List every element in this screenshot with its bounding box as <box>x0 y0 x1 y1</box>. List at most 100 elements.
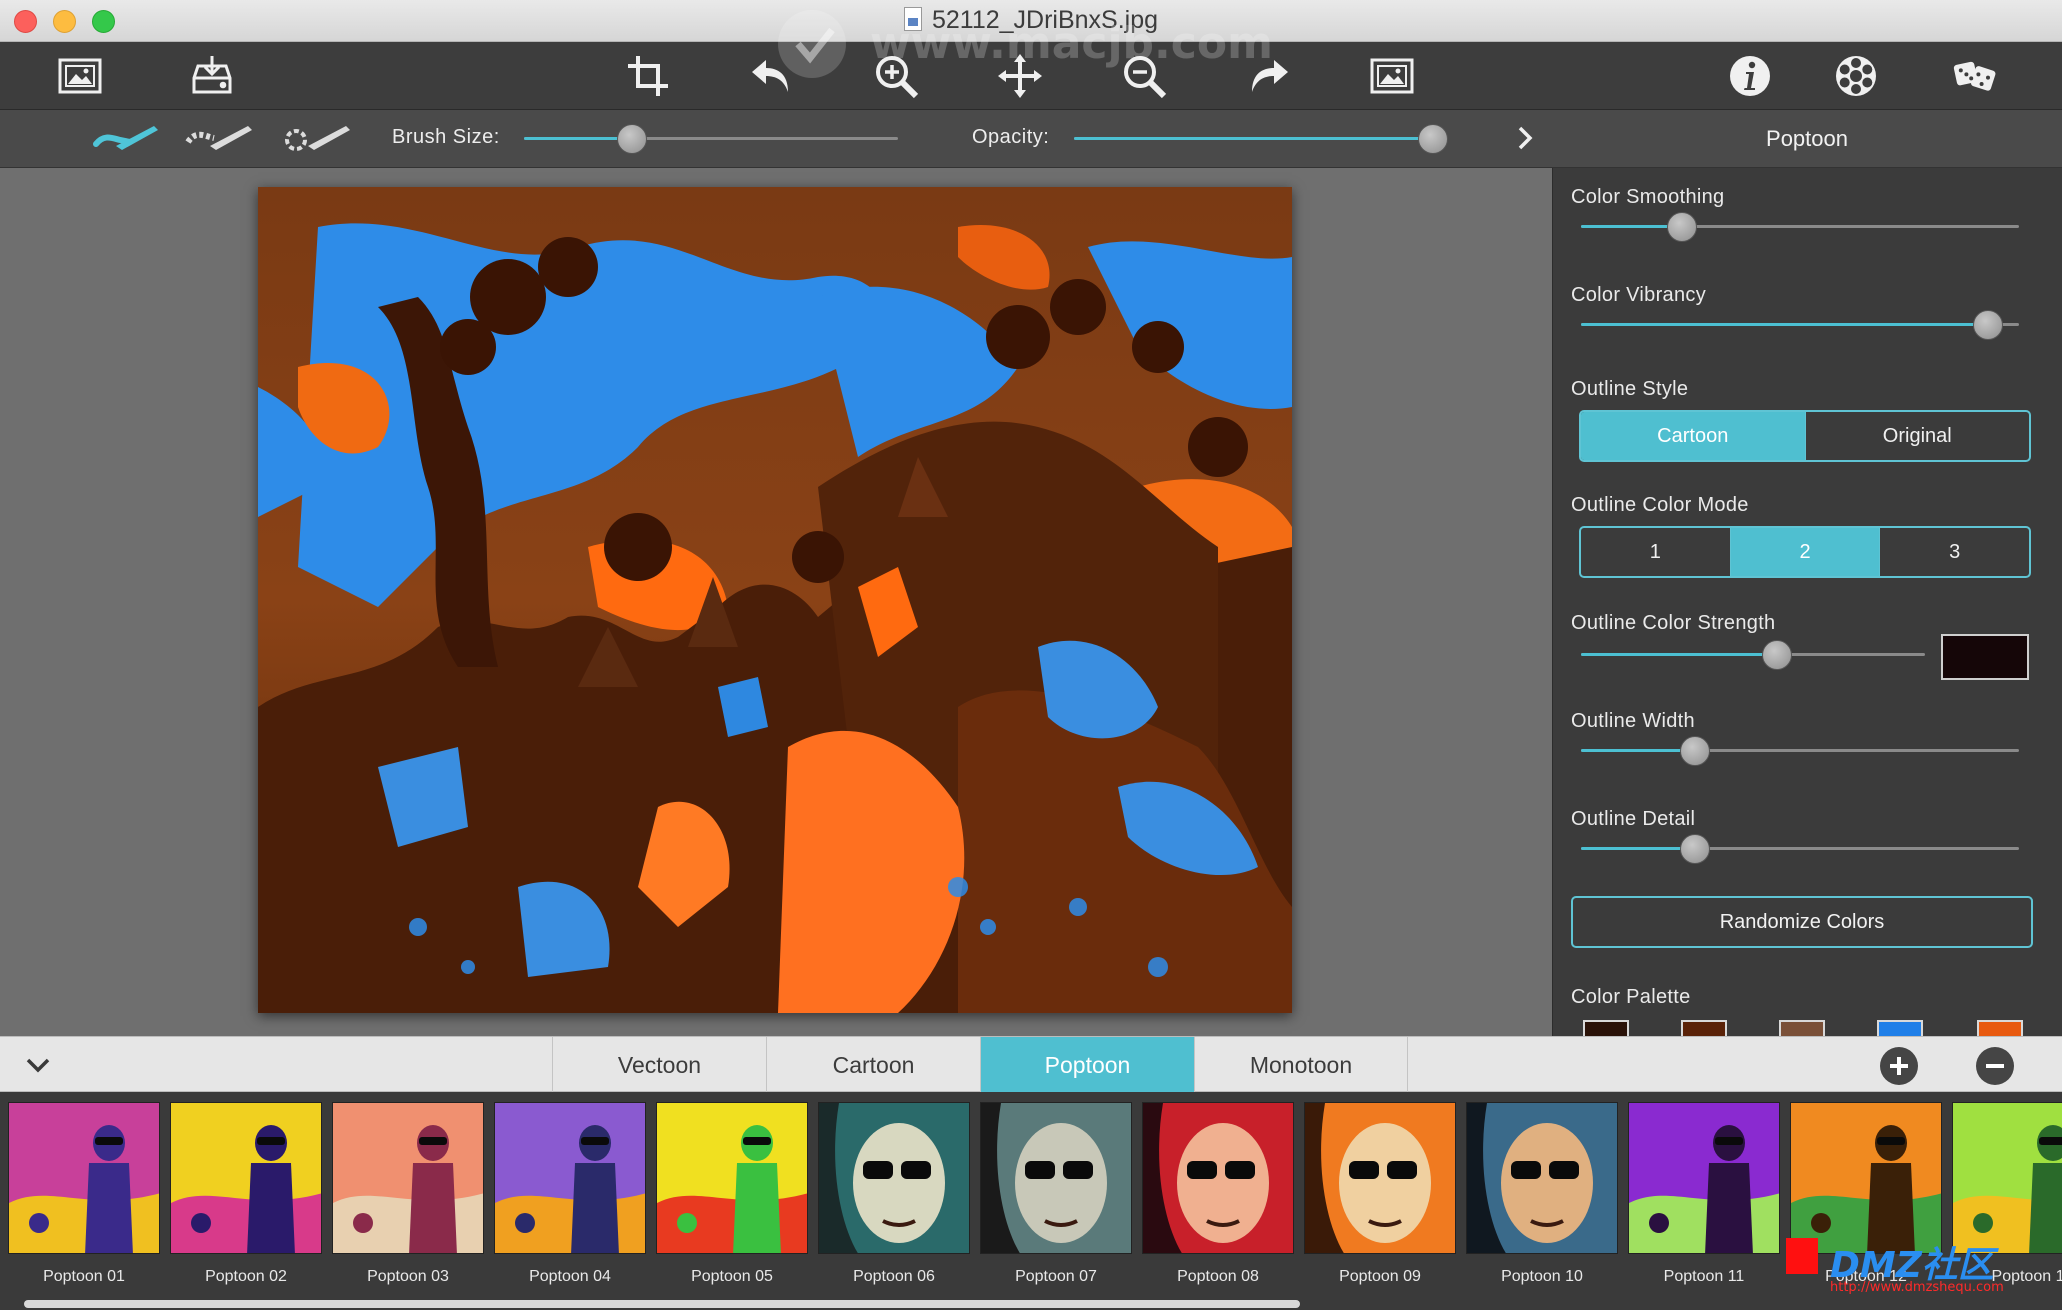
info-button[interactable] <box>1720 48 1780 104</box>
preset-thumbnail[interactable] <box>980 1102 1132 1254</box>
paint-brush-icon[interactable] <box>90 120 160 156</box>
preset-label: Poptoon 10 <box>1501 1268 1583 1285</box>
outline-color-mode-label: Outline Color Mode <box>1571 494 1749 516</box>
slider-knob[interactable] <box>1666 212 1697 242</box>
preset-thumbnail[interactable] <box>332 1102 484 1254</box>
erase-brush-icon[interactable] <box>184 120 254 156</box>
outline-detail-label: Outline Detail <box>1571 808 1696 830</box>
dmz-watermark-url: http://www.dmzshequ.com <box>1830 1280 2004 1295</box>
effects-button[interactable] <box>1826 48 1886 104</box>
outline-color-mode-3[interactable]: 3 <box>1880 528 2029 576</box>
tab-cartoon[interactable]: Cartoon <box>766 1037 980 1093</box>
preset-thumbnail[interactable] <box>1790 1102 1942 1254</box>
color-smoothing-label: Color Smoothing <box>1571 186 1725 208</box>
slider-knob[interactable] <box>1973 310 2004 340</box>
preset-thumbnail[interactable] <box>1142 1102 1294 1254</box>
preset-thumbnail[interactable] <box>1304 1102 1456 1254</box>
preset-thumbnail[interactable] <box>494 1102 646 1254</box>
chevron-right-icon[interactable] <box>1510 120 1540 156</box>
randomize-dice-button[interactable] <box>1946 48 2006 104</box>
panel-title: Poptoon <box>1766 126 1848 151</box>
palette-swatch[interactable] <box>1681 1020 1727 1036</box>
preset-label: Poptoon 01 <box>43 1268 125 1285</box>
add-preset-button[interactable] <box>1880 1047 1918 1085</box>
preset-thumbnail[interactable] <box>1466 1102 1618 1254</box>
preset-label: Poptoon 11 <box>1663 1268 1745 1285</box>
slider-knob[interactable] <box>1679 834 1710 864</box>
outline-color-strength-label: Outline Color Strength <box>1571 612 1776 634</box>
effects-icon <box>1836 56 1876 96</box>
compare-button[interactable] <box>1362 48 1422 104</box>
remove-preset-button[interactable] <box>1976 1047 2014 1085</box>
compare-icon <box>1370 58 1414 94</box>
palette-swatch[interactable] <box>1977 1020 2023 1036</box>
open-image-button[interactable] <box>50 48 110 104</box>
color-palette-label: Color Palette <box>1571 986 1691 1008</box>
dmz-watermark-logo <box>1786 1238 1818 1274</box>
preset-thumbnail[interactable] <box>170 1102 322 1254</box>
canvas-area[interactable] <box>0 168 1552 1036</box>
preset-label: Poptoon 03 <box>367 1268 449 1285</box>
edited-photo[interactable] <box>258 187 1292 1013</box>
tab-poptoon[interactable]: Poptoon <box>980 1037 1194 1093</box>
color-smoothing-slider[interactable] <box>1581 212 2019 242</box>
preset-label: Poptoon 05 <box>691 1268 773 1285</box>
export-icon <box>192 56 232 94</box>
macjb-watermark-logo <box>770 6 870 86</box>
palette-swatch[interactable] <box>1583 1020 1629 1036</box>
slider-knob[interactable] <box>1418 124 1449 154</box>
outline-style-original[interactable]: Original <box>1806 412 2030 460</box>
app-window: 52112_JDriBnxS.jpg Brush Size: Opacity: … <box>0 0 2062 1310</box>
presets-strip: Poptoon 01 Poptoon 02 Poptoon 03 Poptoon 04… <box>0 1092 2062 1310</box>
slider-knob[interactable] <box>617 124 648 154</box>
outline-style-cartoon[interactable]: Cartoon <box>1581 412 1806 460</box>
outline-detail-slider[interactable] <box>1581 834 2019 864</box>
randomize-colors-button[interactable]: Randomize Colors <box>1571 896 2033 948</box>
preset-label: Poptoon 06 <box>853 1268 935 1285</box>
info-icon <box>1730 56 1770 96</box>
restore-brush-icon[interactable] <box>282 120 352 156</box>
outline-color-mode-control: 1 2 3 <box>1579 526 2031 578</box>
outline-color-mode-1[interactable]: 1 <box>1581 528 1731 576</box>
crop-icon <box>628 56 668 96</box>
slider-knob[interactable] <box>1679 736 1710 766</box>
preset-thumbnail[interactable] <box>818 1102 970 1254</box>
preset-label: Poptoon 07 <box>1015 1268 1097 1285</box>
style-tab-bar: Vectoon Cartoon Poptoon Monotoon <box>0 1036 2062 1093</box>
style-tabs: Vectoon Cartoon Poptoon Monotoon <box>552 1037 1408 1093</box>
presets-scrollbar[interactable] <box>24 1300 1300 1308</box>
preset-thumbnail[interactable] <box>8 1102 160 1254</box>
brush-toolbar: Brush Size: Opacity: Poptoon <box>0 110 2062 168</box>
preset-thumbnail[interactable] <box>1628 1102 1780 1254</box>
palette-swatch[interactable] <box>1877 1020 1923 1036</box>
chevron-down-icon[interactable] <box>22 1049 54 1081</box>
brush-size-slider[interactable] <box>524 124 898 154</box>
open-image-icon <box>58 58 102 94</box>
settings-panel: Color Smoothing Color Vibrancy Outline S… <box>1552 168 2062 1036</box>
macjb-watermark-text: www.macjb.com <box>870 18 1273 69</box>
preset-label: Poptoon 02 <box>205 1268 287 1285</box>
outline-width-slider[interactable] <box>1581 736 2019 766</box>
outline-style-label: Outline Style <box>1571 378 1689 400</box>
preset-label: Poptoon 04 <box>529 1268 611 1285</box>
outline-color-mode-2[interactable]: 2 <box>1730 528 1881 576</box>
outline-color-strength-slider[interactable] <box>1581 640 1925 670</box>
export-button[interactable] <box>182 48 242 104</box>
slider-knob[interactable] <box>1762 640 1793 670</box>
outline-color-well[interactable] <box>1941 634 2029 680</box>
preset-label: Poptoon 08 <box>1177 1268 1259 1285</box>
crop-button[interactable] <box>618 48 678 104</box>
palette-swatch[interactable] <box>1779 1020 1825 1036</box>
preset-thumbnail[interactable] <box>656 1102 808 1254</box>
opacity-slider[interactable] <box>1074 124 1449 154</box>
minus-icon <box>1986 1064 2004 1068</box>
outline-width-label: Outline Width <box>1571 710 1695 732</box>
tab-monotoon[interactable]: Monotoon <box>1194 1037 1408 1093</box>
tab-vectoon[interactable]: Vectoon <box>552 1037 766 1093</box>
preset-label: Poptoon 09 <box>1339 1268 1421 1285</box>
preset-thumbnail[interactable] <box>1952 1102 2062 1254</box>
plus-icon <box>1890 1057 1908 1075</box>
brush-size-label: Brush Size: <box>392 126 500 148</box>
dice-icon <box>1953 61 1996 91</box>
color-vibrancy-slider[interactable] <box>1581 310 2019 340</box>
